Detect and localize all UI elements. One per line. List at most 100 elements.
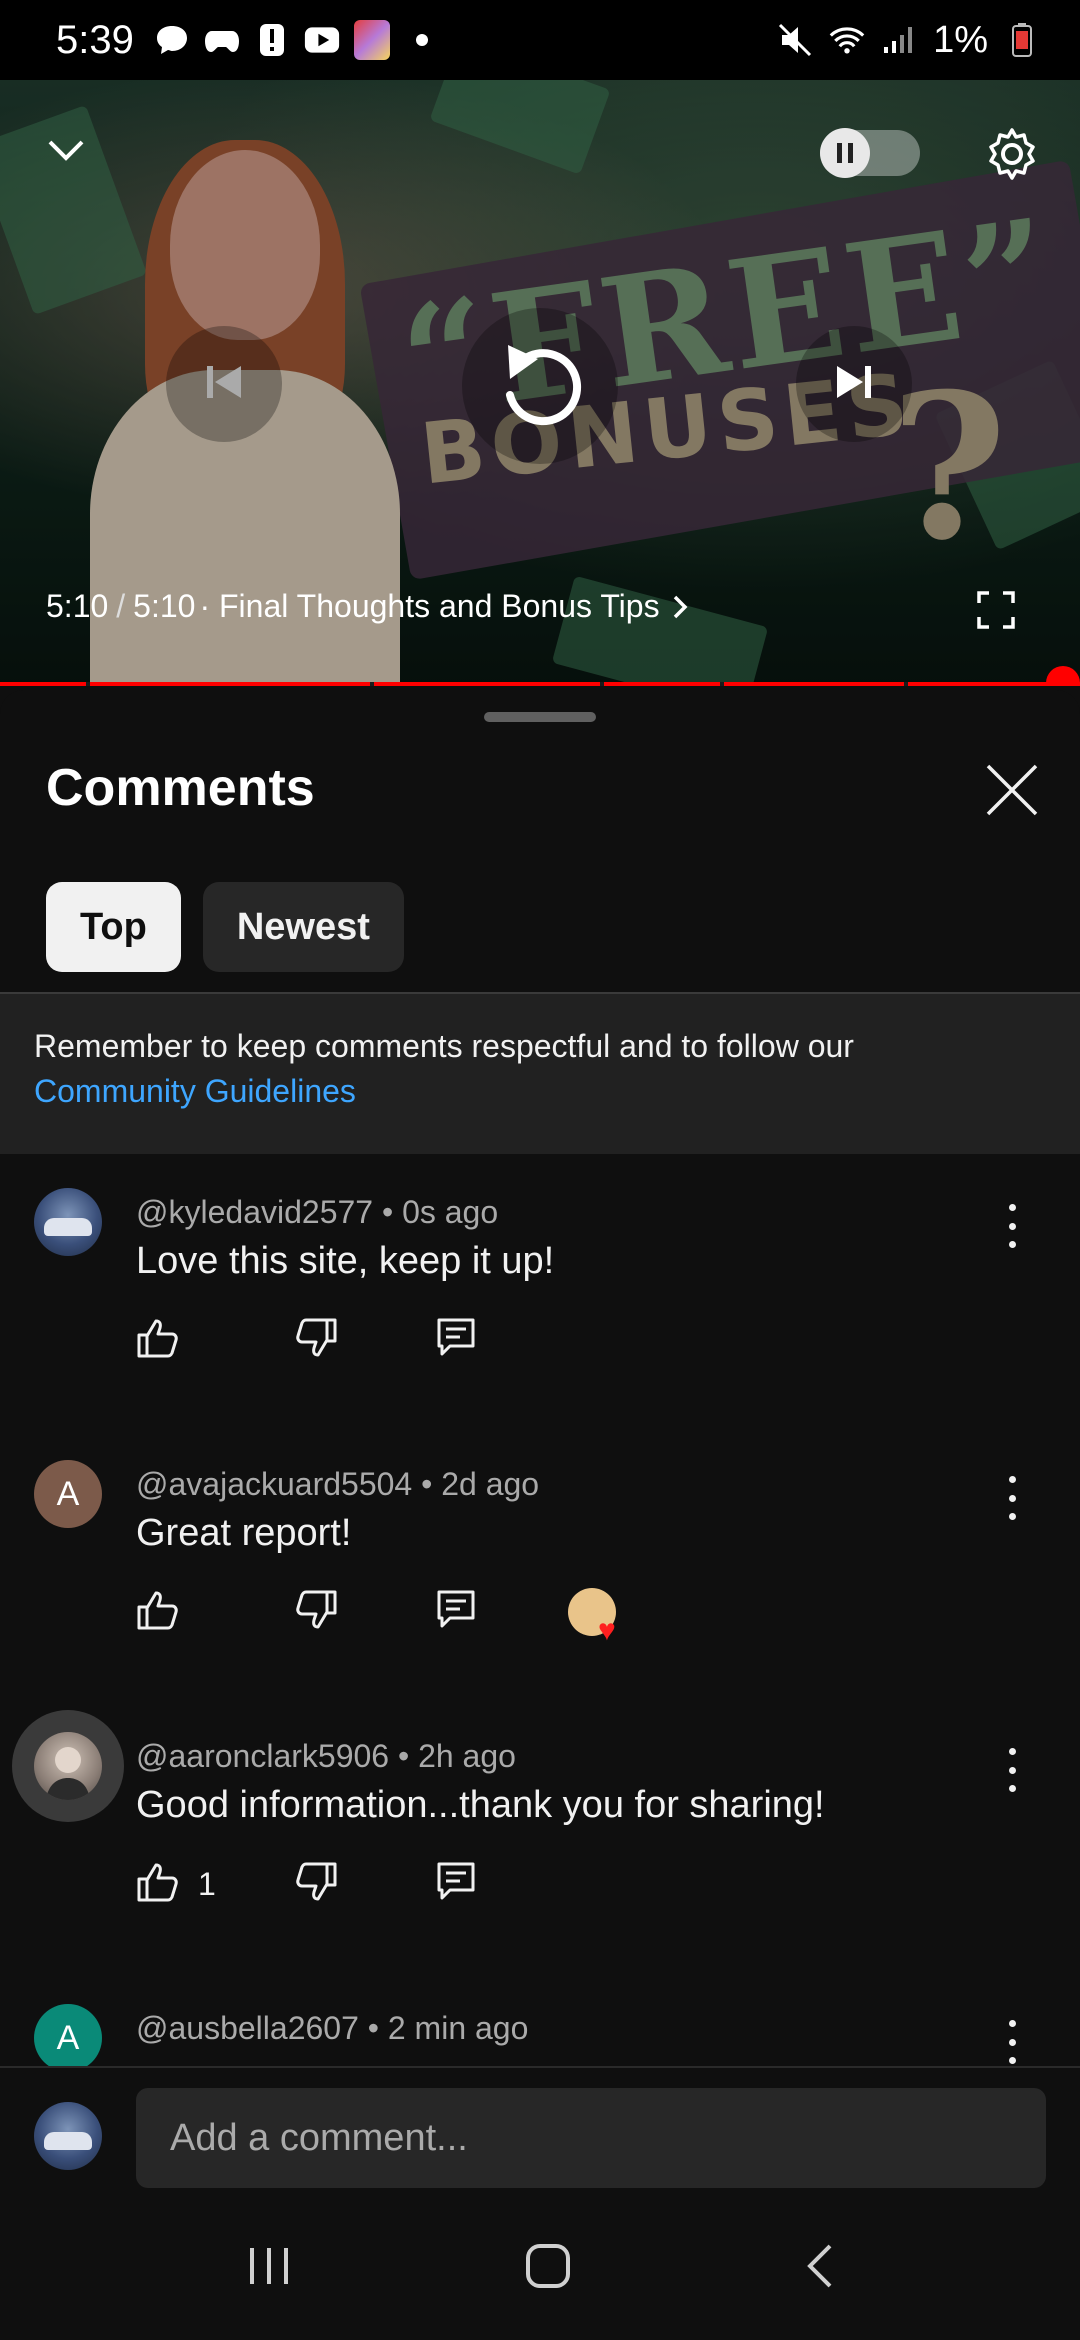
creator-avatar: ♥ <box>568 1588 616 1646</box>
comment-meta: @aaronclark5906 • 2h ago <box>136 1738 516 1774</box>
comment-text: Love this site, keep it up! <box>136 1240 555 1282</box>
video-player[interactable]: “FREE” BONUSES ? 5:10 / 5:10 · Final Tho… <box>0 80 1080 686</box>
comment-item: @kyledavid2577 • 0s ago Love this site, … <box>0 1188 1080 1368</box>
pause-icon <box>820 128 870 178</box>
chapter-marker <box>86 682 90 686</box>
skip-previous-icon <box>203 362 245 407</box>
reply-button[interactable] <box>436 1860 568 1908</box>
home-button[interactable] <box>524 2242 572 2295</box>
mute-icon <box>777 22 813 58</box>
wifi-icon <box>829 22 865 58</box>
current-time: 5:10 <box>46 588 109 624</box>
sheet-title: Comments <box>46 759 315 817</box>
sort-chips: Top Newest <box>46 882 404 972</box>
comment-age: 2 min ago <box>387 2010 529 2046</box>
notification-icons <box>154 20 440 60</box>
reply-button[interactable] <box>436 1316 568 1364</box>
chapter-marker <box>720 682 724 686</box>
fullscreen-button[interactable] <box>972 588 1020 636</box>
like-button[interactable] <box>136 1316 294 1364</box>
community-guidelines-link[interactable]: Community Guidelines <box>34 1069 1046 1114</box>
close-icon <box>980 764 1044 826</box>
avatar[interactable]: A <box>34 1460 102 1528</box>
comment-meta: @kyledavid2577 • 0s ago <box>136 1194 499 1230</box>
dislike-button[interactable] <box>294 1588 436 1636</box>
collapse-player-button[interactable] <box>34 120 98 184</box>
thumbs-down-icon <box>294 1861 338 1908</box>
creator-heart-badge: ♥ <box>568 1588 616 1646</box>
recent-apps-icon <box>250 2247 288 2284</box>
chapter-title[interactable]: · Final Thoughts and Bonus Tips <box>199 588 659 625</box>
system-nav-bar <box>0 2196 1080 2340</box>
community-notice: Remember to keep comments respectful and… <box>0 994 1080 1154</box>
comment-author[interactable]: @ausbella2607 <box>136 2010 359 2046</box>
comment-text: Good information...thank you for sharing… <box>136 1784 825 1826</box>
duration: 5:10 <box>133 588 196 624</box>
slots-app-icon <box>353 20 390 60</box>
replay-button[interactable] <box>462 308 618 464</box>
add-comment-bar: Add a comment... <box>0 2066 1080 2196</box>
chat-bubble-icon <box>154 22 190 58</box>
comment-author[interactable]: @aaronclark5906 <box>136 1738 389 1774</box>
sheet-drag-handle[interactable] <box>484 712 596 722</box>
back-icon <box>807 2244 832 2287</box>
more-vert-icon[interactable] <box>1000 1742 1024 1798</box>
alert-icon <box>254 22 290 58</box>
reply-icon <box>436 1589 476 1636</box>
add-comment-input[interactable]: Add a comment... <box>136 2088 1046 2188</box>
current-user-avatar <box>34 2102 102 2170</box>
comment-meta: @avajackuard5504 • 2d ago <box>136 1466 540 1502</box>
chapter-marker <box>370 682 374 686</box>
settings-button[interactable] <box>980 124 1044 188</box>
close-button[interactable] <box>980 758 1044 822</box>
progress-bar[interactable] <box>0 682 1080 686</box>
skip-next-icon <box>833 362 875 407</box>
back-button[interactable] <box>804 2242 834 2295</box>
dislike-button[interactable] <box>294 1860 436 1908</box>
comment-actions <box>136 1316 568 1364</box>
reply-icon <box>436 1861 476 1908</box>
recent-apps-button[interactable] <box>246 2244 292 2293</box>
chevron-down-icon <box>46 138 86 167</box>
battery-percent: 1% <box>933 18 988 61</box>
chip-newest[interactable]: Newest <box>202 882 404 972</box>
comment-text: Great report! <box>136 1512 352 1554</box>
more-notifications-dot-icon <box>404 22 440 58</box>
signal-icon <box>881 22 917 58</box>
next-video-button[interactable] <box>796 326 912 442</box>
like-count: 1 <box>198 1865 216 1902</box>
thumbs-up-icon <box>136 1317 180 1364</box>
comment-actions: 1 <box>136 1860 568 1908</box>
autoplay-toggle[interactable] <box>820 128 920 178</box>
like-button[interactable] <box>136 1588 294 1636</box>
chapter-marker <box>600 682 604 686</box>
chapter-marker <box>904 682 908 686</box>
previous-video-button[interactable] <box>166 326 282 442</box>
comment-actions: ♥ <box>136 1588 616 1646</box>
game-controller-icon <box>204 22 240 58</box>
thumbs-down-icon <box>294 1589 338 1636</box>
comment-meta: @ausbella2607 • 2 min ago <box>136 2010 529 2046</box>
replay-icon <box>498 339 582 434</box>
chevron-right-icon[interactable] <box>672 594 688 620</box>
dislike-button[interactable] <box>294 1316 436 1364</box>
like-button[interactable]: 1 <box>136 1860 294 1908</box>
system-icons: 1% <box>777 19 1040 62</box>
chip-top[interactable]: Top <box>46 882 181 972</box>
more-vert-icon[interactable] <box>1000 1198 1024 1254</box>
avatar[interactable] <box>34 1188 102 1256</box>
more-vert-icon[interactable] <box>1000 1470 1024 1526</box>
thumbs-down-icon <box>294 1317 338 1364</box>
comment-author[interactable]: @avajackuard5504 <box>136 1466 412 1502</box>
youtube-icon <box>304 22 340 58</box>
comment-author[interactable]: @kyledavid2577 <box>136 1194 373 1230</box>
more-vert-icon[interactable] <box>1000 2014 1024 2070</box>
reply-button[interactable] <box>436 1588 568 1636</box>
comment-age: 2d ago <box>441 1466 540 1502</box>
comment-age: 0s ago <box>402 1194 499 1230</box>
avatar[interactable]: A <box>34 2004 102 2072</box>
avatar[interactable] <box>34 1732 102 1800</box>
comment-item: @aaronclark5906 • 2h ago Good informatio… <box>0 1710 1080 1912</box>
gear-icon <box>984 126 1040 187</box>
reply-icon <box>436 1317 476 1364</box>
